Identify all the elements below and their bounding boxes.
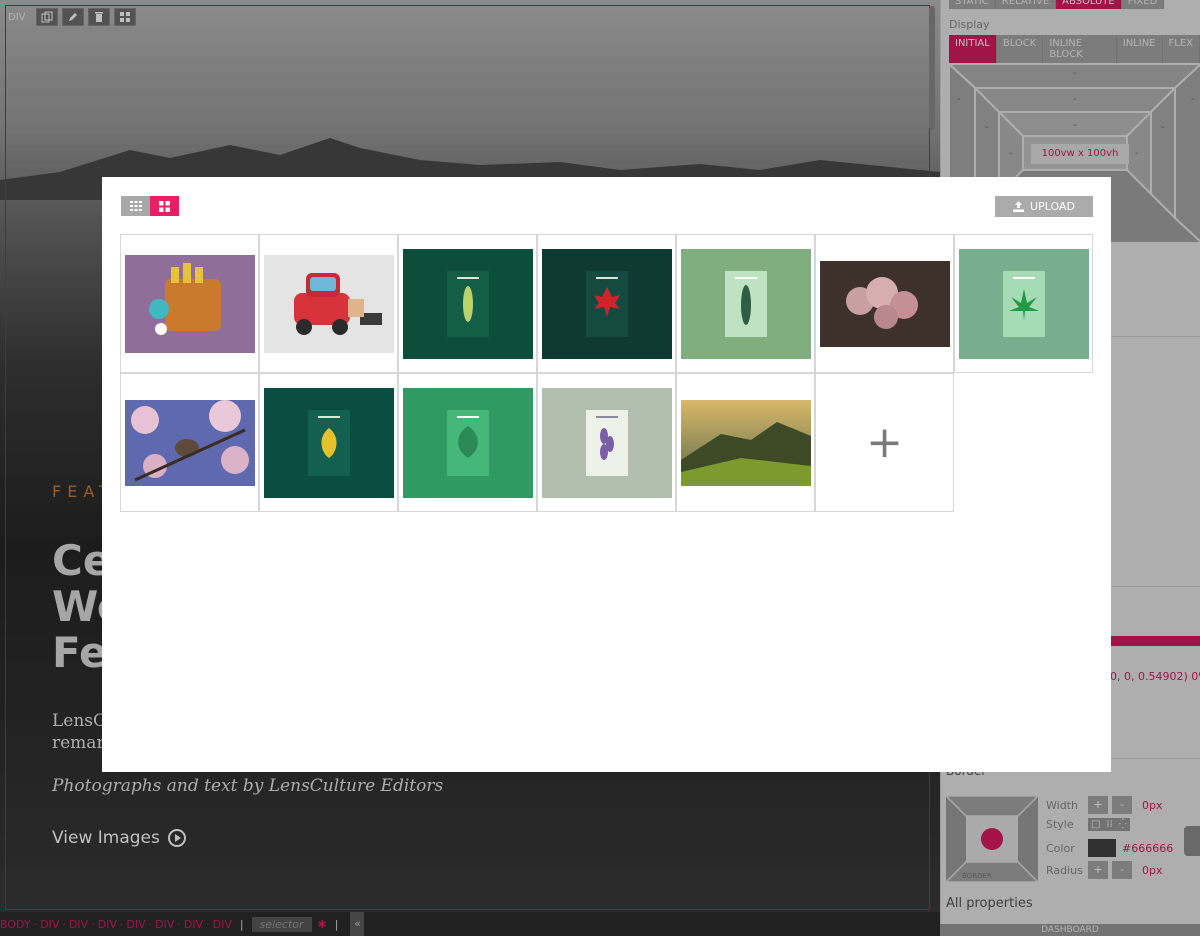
asset-tile[interactable]	[398, 373, 537, 512]
asset-tile[interactable]	[815, 234, 954, 373]
asset-thumbnail-red-cartoon-car	[263, 254, 394, 353]
large-grid-icon	[159, 200, 170, 212]
asset-tile[interactable]	[676, 373, 815, 512]
asset-thumbnail-pink-hyacinth-flowers	[819, 260, 950, 347]
asset-tile[interactable]	[537, 373, 676, 512]
asset-thumbnail-bird-cherry-blossom	[124, 399, 255, 486]
asset-tile[interactable]	[259, 234, 398, 373]
asset-tile[interactable]	[398, 234, 537, 373]
asset-tile[interactable]	[537, 234, 676, 373]
asset-thumbnail-cannabis-leaf-poster	[958, 248, 1089, 359]
view-toggle	[121, 196, 179, 216]
asset-thumbnail-orange-machine-figurine	[124, 254, 255, 353]
upload-label: UPLOAD	[1030, 200, 1075, 213]
asset-thumbnail-fern-poster-light	[680, 248, 811, 359]
add-asset-button[interactable]: +	[815, 373, 954, 512]
large-grid-view-button[interactable]	[150, 196, 179, 216]
asset-thumbnail-mountain-landscape	[680, 399, 811, 486]
asset-tile[interactable]	[676, 234, 815, 373]
asset-thumbnail-lavender-leaf-poster	[541, 387, 672, 498]
asset-thumbnail-green-leaf-poster-dark	[402, 248, 533, 359]
upload-icon	[1013, 201, 1025, 212]
asset-tile[interactable]	[954, 234, 1093, 373]
asset-thumbnail-green-leaf-poster-bright	[402, 387, 533, 498]
asset-tile[interactable]	[120, 373, 259, 512]
asset-tile[interactable]	[259, 373, 398, 512]
small-grid-icon	[129, 201, 142, 211]
asset-thumbnail-yellow-leaf-poster	[263, 387, 394, 498]
upload-button[interactable]: UPLOAD	[995, 196, 1093, 217]
asset-tile[interactable]	[120, 234, 259, 373]
plus-icon: +	[866, 416, 903, 468]
small-grid-view-button[interactable]	[121, 196, 150, 216]
asset-manager-modal: UPLOAD +	[102, 177, 1111, 772]
asset-thumbnail-red-maple-poster	[541, 248, 672, 359]
